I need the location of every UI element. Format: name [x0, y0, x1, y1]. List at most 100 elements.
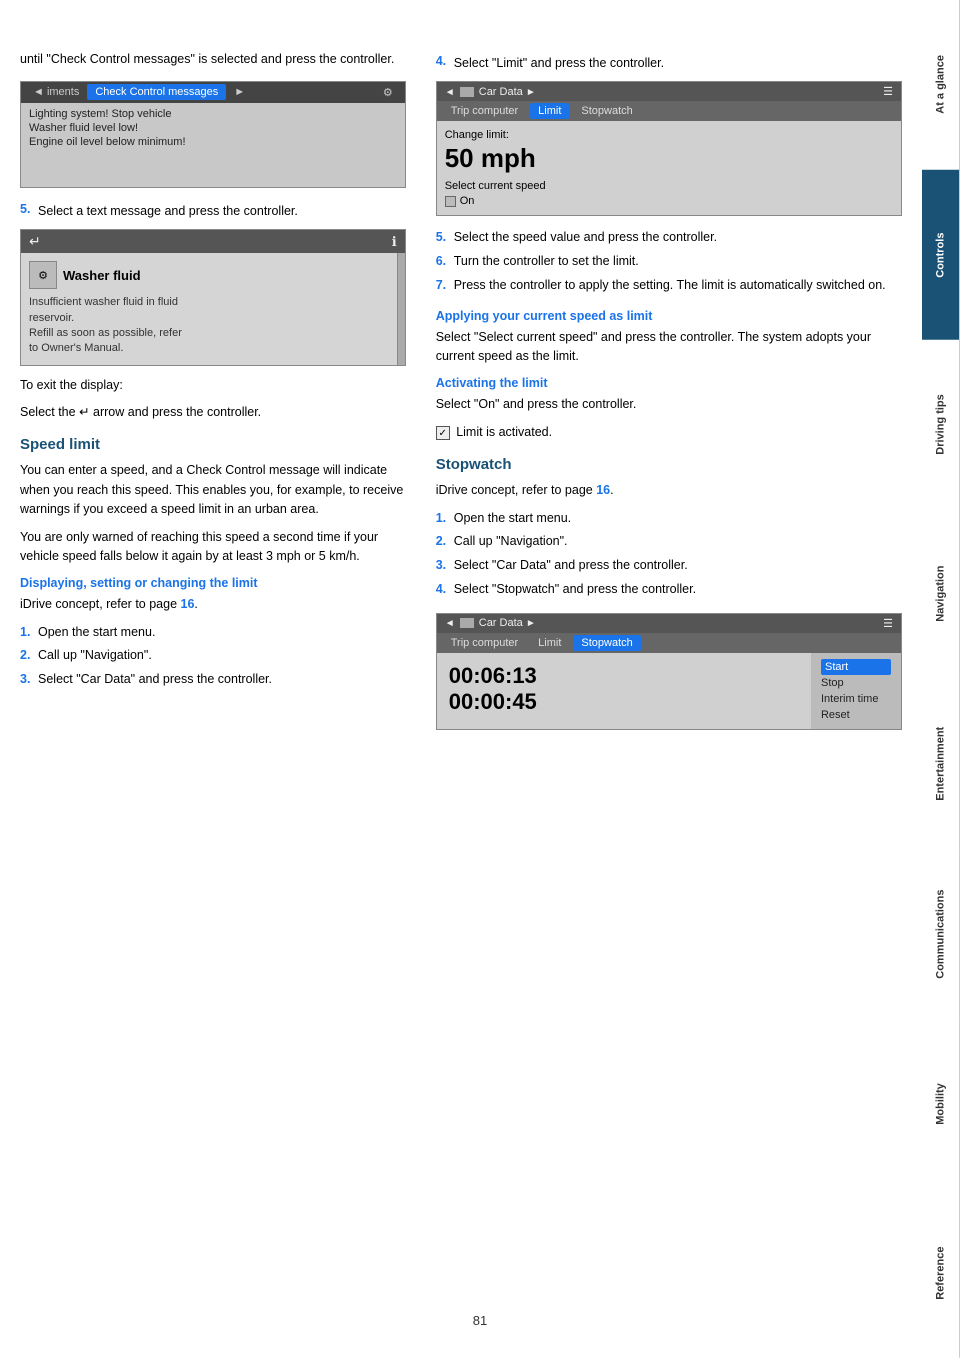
- limit-tab-stopwatch[interactable]: Stopwatch: [573, 103, 640, 119]
- right-steps-sw: 1. Open the start menu. 2. Call up "Navi…: [436, 509, 902, 599]
- sw-tab-bar: Trip computer Limit Stopwatch: [437, 633, 901, 653]
- speed-limit-heading: Speed limit: [20, 436, 406, 453]
- sidebar-tab-reference[interactable]: Reference: [922, 1188, 960, 1358]
- limit-header: ◄ Car Data ► ☰: [437, 82, 901, 101]
- limit-value: 50 mph: [445, 143, 893, 174]
- step4-right-num: 4.: [436, 54, 454, 73]
- sw-menu: Start Stop Interim time Reset: [811, 653, 901, 729]
- cc-item-3: Engine oil level below minimum!: [29, 135, 397, 149]
- change-limit-label: Change limit:: [445, 129, 893, 141]
- right-column: 4. Select "Limit" and press the controll…: [426, 20, 902, 1338]
- stopwatch-heading: Stopwatch: [436, 456, 902, 473]
- sw-tab-trip[interactable]: Trip computer: [443, 635, 526, 651]
- msg-info-icon: ℹ: [392, 234, 397, 250]
- stopwatch-screen: ◄ Car Data ► ☰ Trip computer Limit Stopw…: [436, 613, 902, 730]
- sw-step-2: 2. Call up "Navigation".: [436, 532, 902, 551]
- cc-tab-bar: ◄ iments Check Control messages ► ⚙: [21, 82, 405, 103]
- displaying-heading: Displaying, setting or changing the limi…: [20, 576, 406, 590]
- sw-body: 00:06:13 00:00:45 Start Stop Interim tim…: [437, 653, 901, 729]
- scrollbar[interactable]: [397, 253, 405, 365]
- limit-tab-trip[interactable]: Trip computer: [443, 103, 526, 119]
- applying-text: Select "Select current speed" and press …: [436, 328, 902, 367]
- sw-menu-reset[interactable]: Reset: [821, 707, 891, 723]
- limit-screen-settings-icon: ☰: [883, 85, 893, 98]
- left-column: until "Check Control messages" is select…: [20, 20, 426, 1338]
- cc-item-2: Washer fluid level low!: [29, 121, 397, 135]
- sidebar-tab-controls[interactable]: Controls: [922, 170, 960, 340]
- intro-text: until "Check Control messages" is select…: [20, 50, 406, 69]
- applying-heading: Applying your current speed as limit: [436, 309, 902, 323]
- sw-step-3: 3. Select "Car Data" and press the contr…: [436, 556, 902, 575]
- step5-num: 5.: [20, 202, 38, 221]
- right-step-7: 7. Press the controller to apply the set…: [436, 276, 902, 295]
- select-current-speed[interactable]: Select current speed: [445, 180, 893, 192]
- sw-time-2: 00:00:45: [449, 689, 799, 715]
- car-data-icon: ◄ Car Data ►: [445, 86, 536, 98]
- left-step-3: 3. Select "Car Data" and press the contr…: [20, 670, 406, 689]
- sw-tab-stopwatch[interactable]: Stopwatch: [573, 635, 640, 651]
- sidebar-tab-at-a-glance[interactable]: At a glance: [922, 0, 960, 170]
- cc-body: Lighting system! Stop vehicle Washer flu…: [21, 103, 405, 187]
- right-step-6: 6. Turn the controller to set the limit.: [436, 252, 902, 271]
- msg-title-row: ⚙ Washer fluid: [29, 261, 397, 289]
- sidebar-tab-communications[interactable]: Communications: [922, 849, 960, 1019]
- washer-fluid-icon: ⚙: [29, 261, 57, 289]
- sw-settings-icon: ☰: [883, 617, 893, 630]
- sw-step-4: 4. Select "Stopwatch" and press the cont…: [436, 580, 902, 599]
- page-ref-link-right[interactable]: 16: [596, 483, 610, 497]
- limit-checkbox[interactable]: [445, 196, 456, 207]
- right-steps-5-7: 5. Select the speed value and press the …: [436, 228, 902, 294]
- left-step-1: 1. Open the start menu.: [20, 623, 406, 642]
- limit-body: Change limit: 50 mph Select current spee…: [437, 121, 901, 215]
- message-detail-screen: ↵ ℹ ⚙ Washer fluid Insufficient washer f…: [20, 229, 406, 366]
- limit-on-label: On: [460, 195, 475, 207]
- page-ref-link-left[interactable]: 16: [181, 597, 195, 611]
- exit-text-1: To exit the display:: [20, 376, 406, 395]
- exit-text-2: Select the ↵ arrow and press the control…: [20, 403, 406, 422]
- sidebar-tab-mobility[interactable]: Mobility: [922, 1019, 960, 1189]
- idrive-ref-left: iDrive concept, refer to page 16.: [20, 595, 406, 614]
- limit-tab-limit[interactable]: Limit: [530, 103, 569, 119]
- cc-tab-right-arrow[interactable]: ►: [226, 84, 253, 100]
- sw-header: ◄ Car Data ► ☰: [437, 614, 901, 633]
- limit-checkbox-row: On: [445, 195, 893, 207]
- sidebar-tab-entertainment[interactable]: Entertainment: [922, 679, 960, 849]
- right-step-5: 5. Select the speed value and press the …: [436, 228, 902, 247]
- limit-tab-bar: Trip computer Limit Stopwatch: [437, 101, 901, 121]
- activating-heading: Activating the limit: [436, 376, 902, 390]
- page-number: 81: [473, 1313, 487, 1328]
- msg-body: ⚙ Washer fluid Insufficient washer fluid…: [21, 253, 405, 365]
- sw-menu-stop[interactable]: Stop: [821, 675, 891, 691]
- limit-activated-text: ✓ Limit is activated.: [436, 423, 902, 442]
- sw-time-1: 00:06:13: [449, 663, 799, 689]
- sidebar-tab-navigation[interactable]: Navigation: [922, 509, 960, 679]
- check-control-screen: ◄ iments Check Control messages ► ⚙ Ligh…: [20, 81, 406, 188]
- cc-settings-icon[interactable]: ⚙: [375, 84, 401, 101]
- step5-text: Select a text message and press the cont…: [38, 202, 298, 221]
- cc-tab-iments[interactable]: ◄ iments: [25, 84, 87, 100]
- left-step-2: 2. Call up "Navigation".: [20, 646, 406, 665]
- left-steps-list: 1. Open the start menu. 2. Call up "Navi…: [20, 623, 406, 689]
- cc-item-1: Lighting system! Stop vehicle: [29, 107, 397, 121]
- activating-text: Select "On" and press the controller.: [436, 395, 902, 414]
- sw-step-1: 1. Open the start menu.: [436, 509, 902, 528]
- checkmark-icon: ✓: [436, 426, 450, 440]
- sw-tab-limit[interactable]: Limit: [530, 635, 569, 651]
- cc-tab-check-control[interactable]: Check Control messages: [87, 84, 226, 100]
- msg-header: ↵ ℹ: [21, 230, 405, 253]
- sw-menu-interim[interactable]: Interim time: [821, 691, 891, 707]
- msg-content: Insufficient washer fluid in fluid reser…: [29, 295, 397, 357]
- sw-car-data-label: ◄ Car Data ►: [445, 617, 536, 629]
- main-content: until "Check Control messages" is select…: [0, 0, 922, 1358]
- sw-times: 00:06:13 00:00:45: [437, 653, 811, 729]
- speed-limit-body-2: You are only warned of reaching this spe…: [20, 528, 406, 567]
- sidebar: At a glance Controls Driving tips Naviga…: [922, 0, 960, 1358]
- step4-right-text: Select "Limit" and press the controller.: [454, 54, 664, 73]
- msg-back-arrow[interactable]: ↵: [29, 233, 41, 250]
- speed-limit-body-1: You can enter a speed, and a Check Contr…: [20, 461, 406, 519]
- sidebar-tab-driving-tips[interactable]: Driving tips: [922, 340, 960, 510]
- msg-title: Washer fluid: [63, 268, 141, 283]
- idrive-ref-right: iDrive concept, refer to page 16.: [436, 481, 902, 500]
- sw-menu-start[interactable]: Start: [821, 659, 891, 675]
- limit-screen: ◄ Car Data ► ☰ Trip computer Limit Stopw…: [436, 81, 902, 216]
